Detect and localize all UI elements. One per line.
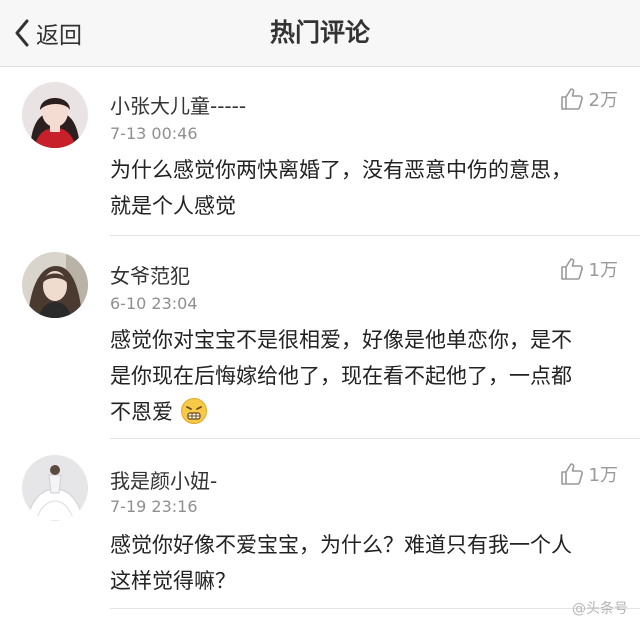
page-title: 热门评论 — [269, 18, 370, 47]
comment-line: 就是个人感觉 — [110, 194, 236, 218]
comment-text: 感觉你好像不爱宝宝，为什么？难道只有我一个人 这样觉得嘛？ — [110, 527, 622, 599]
comment-line: 感觉你好像不爱宝宝，为什么？难道只有我一个人 — [110, 533, 572, 557]
nav-bar: 返回 热门评论 — [0, 0, 640, 67]
comment-username[interactable]: 小张大儿童----- — [110, 90, 246, 119]
thumbs-up-icon — [560, 258, 583, 280]
comment-text: 为什么感觉你两快离婚了，没有恶意中伤的意思， 就是个人感觉 — [110, 152, 622, 224]
comment-item: 女爷范犯 6-10 23:04 1万 感觉你对宝宝不是很相爱，好像是他单恋你，是… — [0, 236, 640, 439]
divider — [110, 608, 640, 609]
watermark: @头条号 — [572, 601, 628, 617]
comment-line: 是你现在后悔嫁给他了，现在看不起他了，一点都 — [110, 364, 572, 388]
comment-item: 小张大儿童----- 7-13 00:46 2万 为什么感觉你两快离婚了，没有恶… — [0, 66, 640, 236]
comment-time: 6-10 23:04 — [110, 294, 198, 313]
comment-line: 为什么感觉你两快离婚了，没有恶意中伤的意思， — [110, 158, 572, 182]
like-button[interactable]: 2万 — [560, 86, 618, 112]
thumbs-up-icon — [560, 463, 583, 485]
comment-line: 不恩爱 — [110, 400, 173, 424]
comment-line-last: 不恩爱 — [110, 394, 622, 436]
comment-time: 7-19 23:16 — [110, 497, 198, 516]
comment-text: 感觉你对宝宝不是很相爱，好像是他单恋你，是不 是你现在后悔嫁给他了，现在看不起他… — [110, 322, 622, 436]
thumbs-up-icon — [560, 88, 583, 110]
like-button[interactable]: 1万 — [560, 461, 618, 487]
like-button[interactable]: 1万 — [560, 256, 618, 282]
comment-username[interactable]: 我是颜小妞- — [110, 465, 217, 494]
avatar[interactable] — [22, 455, 88, 521]
avatar[interactable] — [22, 82, 88, 148]
comment-time: 7-13 00:46 — [110, 124, 198, 143]
comment-item: 我是颜小妞- 7-19 23:16 1万 感觉你好像不爱宝宝，为什么？难道只有我… — [0, 439, 640, 609]
comment-line: 这样觉得嘛？ — [110, 569, 236, 593]
comment-username[interactable]: 女爷范犯 — [110, 260, 190, 289]
like-count: 1万 — [588, 260, 618, 281]
grimace-emoji-icon — [180, 397, 208, 436]
like-count: 1万 — [588, 465, 618, 486]
avatar[interactable] — [22, 252, 88, 318]
like-count: 2万 — [588, 90, 618, 111]
comment-line: 感觉你对宝宝不是很相爱，好像是他单恋你，是不 — [110, 328, 572, 352]
